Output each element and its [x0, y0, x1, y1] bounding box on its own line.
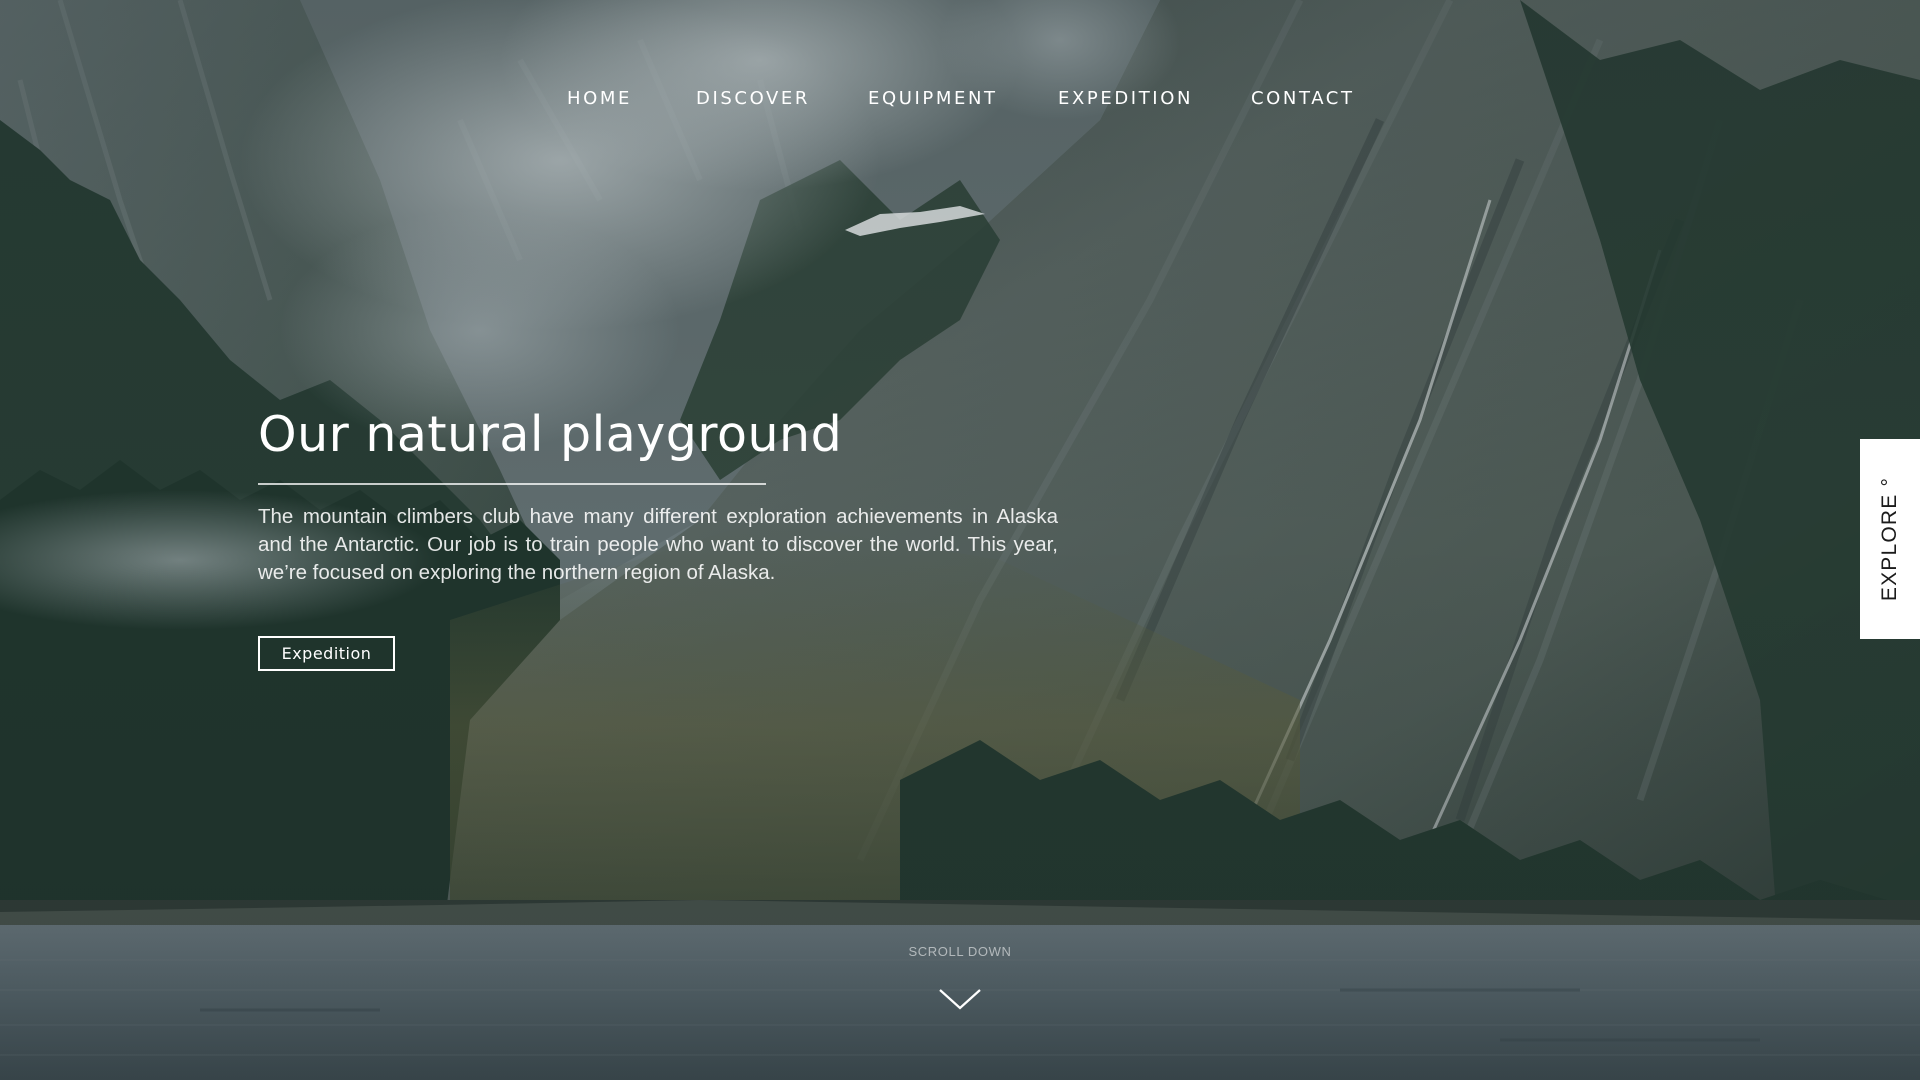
nav-item-discover[interactable]: DISCOVER	[696, 88, 810, 109]
nav-item-contact[interactable]: CONTACT	[1251, 88, 1355, 109]
main-navigation: HOME DISCOVER EQUIPMENT EXPEDITION CONTA…	[0, 88, 1920, 112]
chevron-down-icon[interactable]	[937, 986, 983, 1014]
explore-tab-label: EXPLORE °	[1878, 476, 1901, 602]
nav-item-equipment[interactable]: EQUIPMENT	[868, 88, 998, 109]
scroll-down-label: SCROLL DOWN	[908, 944, 1012, 959]
nav-item-home[interactable]: HOME	[567, 88, 632, 109]
expedition-button[interactable]: Expedition	[258, 636, 395, 671]
hero-title: Our natural playground	[258, 406, 843, 463]
nav-item-expedition[interactable]: EXPEDITION	[1058, 88, 1193, 109]
explore-side-tab[interactable]: EXPLORE °	[1860, 439, 1920, 639]
hero-section: HOME DISCOVER EQUIPMENT EXPEDITION CONTA…	[0, 0, 1920, 1080]
hero-description: The mountain climbers club have many dif…	[258, 505, 1058, 584]
title-divider	[258, 483, 766, 485]
